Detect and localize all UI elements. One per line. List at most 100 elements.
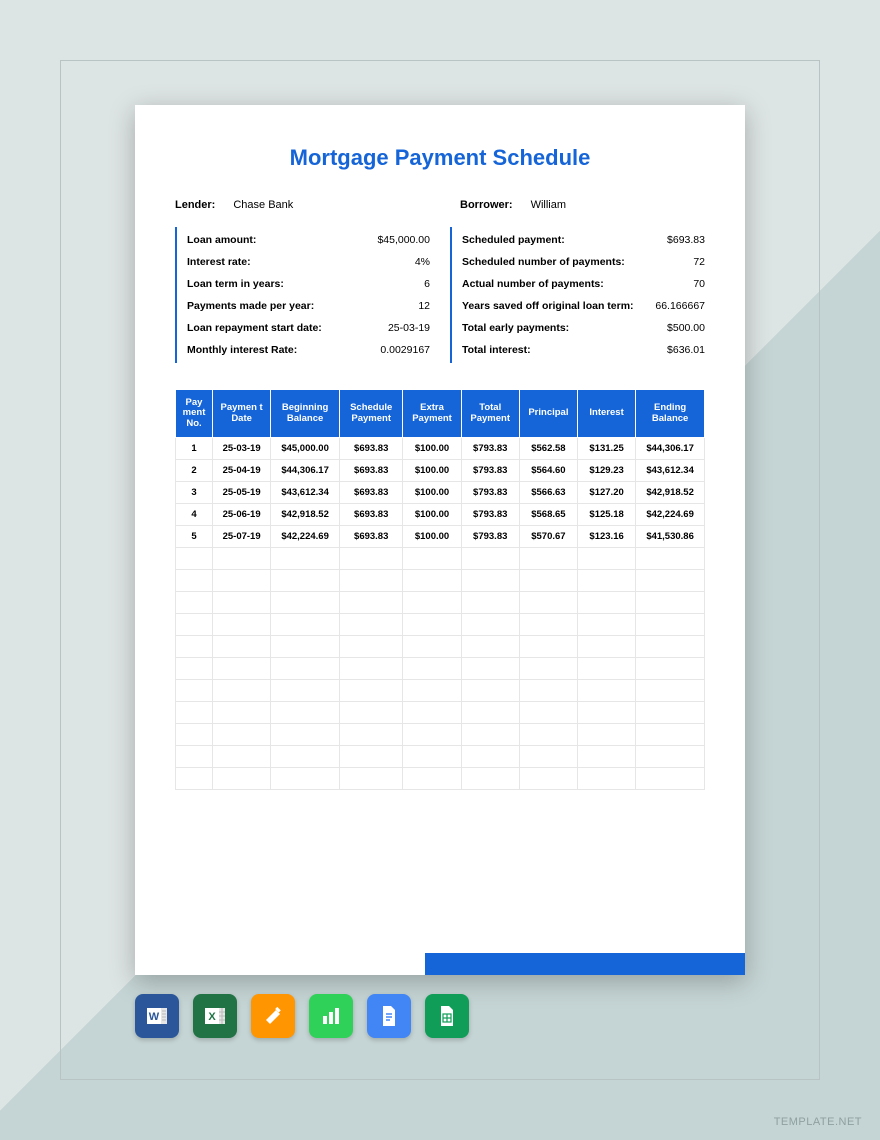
footer-accent-bar bbox=[425, 953, 745, 975]
table-cell-empty bbox=[461, 680, 519, 702]
info-key: Monthly interest Rate: bbox=[187, 344, 297, 356]
word-app-icon[interactable]: W bbox=[135, 994, 179, 1038]
table-row: 125-03-19$45,000.00$693.83$100.00$793.83… bbox=[176, 438, 705, 460]
table-cell-empty bbox=[271, 570, 340, 592]
table-cell: 25-06-19 bbox=[213, 504, 271, 526]
table-cell-empty bbox=[578, 592, 636, 614]
table-cell-empty bbox=[578, 702, 636, 724]
table-cell-empty bbox=[339, 768, 402, 790]
table-cell: $562.58 bbox=[519, 438, 577, 460]
table-cell: 5 bbox=[176, 526, 213, 548]
table-cell: 25-05-19 bbox=[213, 482, 271, 504]
table-cell-empty bbox=[176, 548, 213, 570]
table-cell-empty bbox=[461, 724, 519, 746]
table-cell-empty bbox=[636, 636, 705, 658]
table-row: 425-06-19$42,918.52$693.83$100.00$793.83… bbox=[176, 504, 705, 526]
table-cell: $793.83 bbox=[461, 482, 519, 504]
info-key: Scheduled payment: bbox=[462, 234, 565, 246]
table-row-empty bbox=[176, 680, 705, 702]
table-row-empty bbox=[176, 592, 705, 614]
table-cell: $568.65 bbox=[519, 504, 577, 526]
table-cell-empty bbox=[578, 570, 636, 592]
table-cell: $100.00 bbox=[403, 504, 461, 526]
table-cell-empty bbox=[403, 592, 461, 614]
table-cell-empty bbox=[213, 658, 271, 680]
excel-app-icon[interactable]: X bbox=[193, 994, 237, 1038]
info-value: 66.166667 bbox=[655, 300, 705, 312]
gsheets-app-icon[interactable] bbox=[425, 994, 469, 1038]
table-cell-empty bbox=[403, 746, 461, 768]
table-row-empty bbox=[176, 724, 705, 746]
table-cell-empty bbox=[578, 680, 636, 702]
table-cell-empty bbox=[271, 592, 340, 614]
table-cell-empty bbox=[339, 680, 402, 702]
table-cell-empty bbox=[403, 658, 461, 680]
table-cell-empty bbox=[176, 746, 213, 768]
table-cell-empty bbox=[636, 614, 705, 636]
column-header: Interest bbox=[578, 390, 636, 438]
table-cell-empty bbox=[578, 658, 636, 680]
pages-app-icon[interactable] bbox=[251, 994, 295, 1038]
table-row-empty bbox=[176, 746, 705, 768]
table-cell-empty bbox=[213, 548, 271, 570]
table-cell-empty bbox=[271, 680, 340, 702]
table-cell-empty bbox=[403, 680, 461, 702]
table-body: 125-03-19$45,000.00$693.83$100.00$793.83… bbox=[176, 438, 705, 790]
table-cell-empty bbox=[461, 636, 519, 658]
info-value: 72 bbox=[693, 256, 705, 268]
table-cell-empty bbox=[636, 746, 705, 768]
table-cell-empty bbox=[339, 570, 402, 592]
table-cell-empty bbox=[636, 768, 705, 790]
info-key: Loan term in years: bbox=[187, 278, 284, 290]
gdocs-app-icon[interactable] bbox=[367, 994, 411, 1038]
table-cell-empty bbox=[271, 746, 340, 768]
table-cell-empty bbox=[519, 592, 577, 614]
info-value: $500.00 bbox=[667, 322, 705, 334]
column-header: Beginning Balance bbox=[271, 390, 340, 438]
table-cell-empty bbox=[339, 592, 402, 614]
table-cell-empty bbox=[636, 724, 705, 746]
table-cell-empty bbox=[213, 570, 271, 592]
info-key: Scheduled number of payments: bbox=[462, 256, 625, 268]
table-cell-empty bbox=[213, 592, 271, 614]
info-row: Actual number of payments:70 bbox=[462, 273, 705, 295]
info-row: Total early payments:$500.00 bbox=[462, 317, 705, 339]
table-cell-empty bbox=[519, 548, 577, 570]
table-cell-empty bbox=[339, 724, 402, 746]
table-cell-empty bbox=[271, 658, 340, 680]
table-cell-empty bbox=[519, 724, 577, 746]
info-row: Scheduled payment:$693.83 bbox=[462, 229, 705, 251]
table-row-empty bbox=[176, 702, 705, 724]
table-cell: $693.83 bbox=[339, 460, 402, 482]
info-value: 70 bbox=[693, 278, 705, 290]
info-value: 12 bbox=[418, 300, 430, 312]
table-cell: $693.83 bbox=[339, 482, 402, 504]
table-cell-empty bbox=[176, 680, 213, 702]
lender-value: Chase Bank bbox=[233, 199, 293, 211]
table-cell-empty bbox=[461, 702, 519, 724]
table-cell: 2 bbox=[176, 460, 213, 482]
table-cell-empty bbox=[213, 636, 271, 658]
table-cell-empty bbox=[461, 658, 519, 680]
borrower-label: Borrower: bbox=[460, 199, 513, 211]
numbers-app-icon[interactable] bbox=[309, 994, 353, 1038]
table-cell: $125.18 bbox=[578, 504, 636, 526]
info-key: Years saved off original loan term: bbox=[462, 300, 634, 312]
table-cell: $127.20 bbox=[578, 482, 636, 504]
table-cell-empty bbox=[176, 570, 213, 592]
table-cell-empty bbox=[403, 636, 461, 658]
table-cell: 25-03-19 bbox=[213, 438, 271, 460]
table-row-empty bbox=[176, 768, 705, 790]
table-cell-empty bbox=[578, 636, 636, 658]
table-cell-empty bbox=[271, 768, 340, 790]
table-cell-empty bbox=[578, 724, 636, 746]
table-cell-empty bbox=[403, 614, 461, 636]
table-cell: 25-04-19 bbox=[213, 460, 271, 482]
table-cell-empty bbox=[339, 746, 402, 768]
column-header: Total Payment bbox=[461, 390, 519, 438]
table-row: 525-07-19$42,224.69$693.83$100.00$793.83… bbox=[176, 526, 705, 548]
table-cell-empty bbox=[461, 768, 519, 790]
table-cell: $44,306.17 bbox=[636, 438, 705, 460]
loan-summary-right: Scheduled payment:$693.83 Scheduled numbe… bbox=[450, 227, 705, 363]
table-cell-empty bbox=[461, 592, 519, 614]
